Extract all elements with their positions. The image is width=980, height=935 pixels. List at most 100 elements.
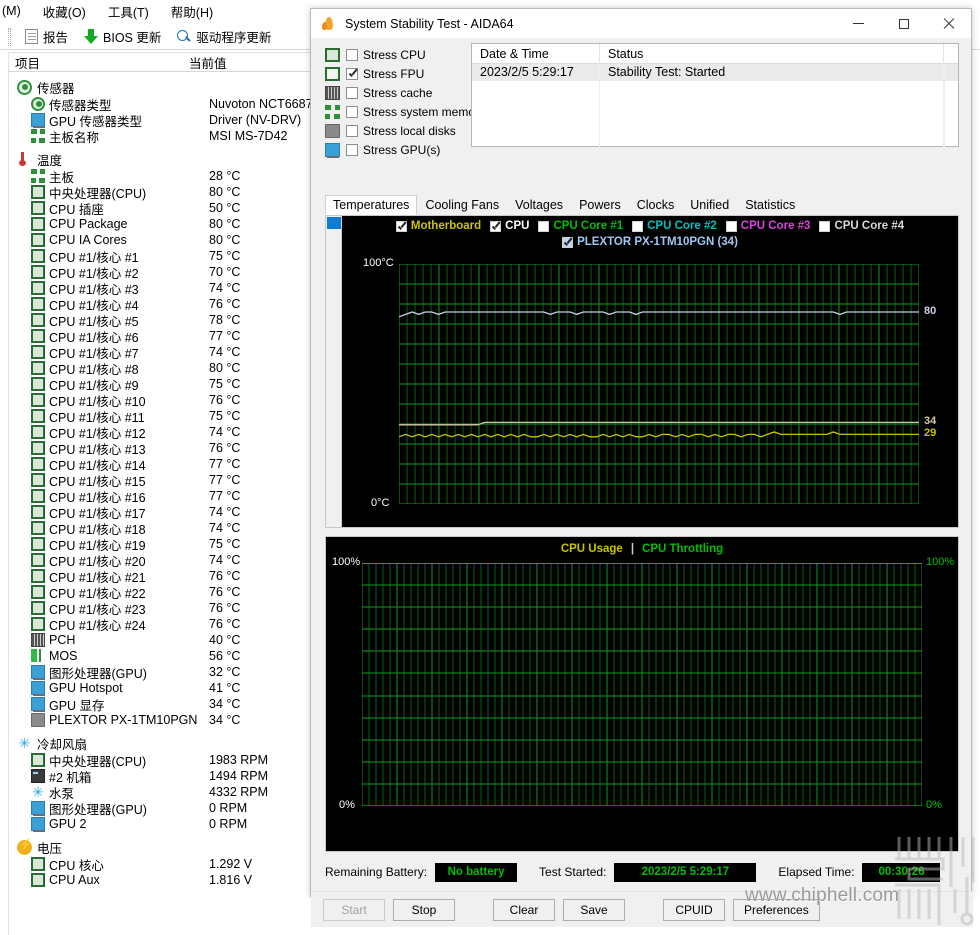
scrollbar-thumb[interactable] [327,217,341,229]
legend-item[interactable]: CPU Core #1 [538,220,623,232]
flame-icon [321,16,337,32]
log-column-status[interactable]: Status [600,43,944,64]
stress-option-label: Stress CPU [363,47,426,62]
toolbar-grip[interactable] [8,27,11,46]
legend-checkbox[interactable] [395,220,407,232]
stability-test-window: System Stability Test - AIDA64 Stress CP… [310,8,973,927]
chip-icon [31,393,45,407]
battery-label: Remaining Battery: [325,865,428,879]
stress-option-row[interactable]: Stress system memory [325,102,485,121]
legend-item[interactable]: Motherboard [395,220,481,232]
legend-label: CPU [505,220,530,232]
log-row-empty [472,115,958,132]
sensor-row-label: 主板名称 [49,130,100,145]
sensor-row-label: MOS [49,649,78,663]
legend-label: CPU Core #3 [740,220,811,232]
test-started-value: 2023/2/5 5:29:17 [614,862,757,882]
stress-option-label: Stress GPU(s) [363,142,441,157]
log-column-spacer [944,44,958,64]
fan-icon: ✳ [32,784,44,800]
chip-icon [31,329,45,343]
tab-voltages[interactable]: Voltages [507,195,571,215]
clear-button[interactable]: Clear [493,898,555,921]
button-label: Save [580,902,608,917]
save-button[interactable]: Save [563,898,625,921]
stop-button[interactable]: Stop [393,898,455,921]
legend-item[interactable]: PLEXTOR PX-1TM10PGN (34) [562,236,738,248]
temperature-y-axis-top-label: 100°C [363,257,394,269]
legend-label: PLEXTOR PX-1TM10PGN (34) [577,236,738,248]
cpu-usage-chart[interactable]: CPU Usage | CPU Throttling 100% 0% 100% 0% [325,536,959,852]
close-button[interactable] [926,9,971,39]
tab-temperatures[interactable]: Temperatures [325,195,418,215]
stress-option-checkbox[interactable] [346,105,358,118]
column-header-value[interactable]: 当前值 [187,53,227,72]
maximize-button[interactable] [881,9,926,39]
tab-statistics[interactable]: Statistics [737,195,803,215]
sensor-icon [31,97,45,111]
legend-item[interactable]: CPU [490,220,529,232]
legend-item[interactable]: CPU Core #3 [725,220,811,232]
stress-option-row[interactable]: Stress local disks [325,121,460,140]
chip-icon [31,185,45,199]
minimize-icon [853,23,864,24]
stress-option-checkbox[interactable] [346,67,358,80]
sensor-icon [17,80,32,95]
menu-item-1[interactable]: 收藏(O) [43,2,86,21]
sensor-row-label: GPU 显存 [49,698,105,713]
temperature-chart[interactable]: Motherboard CPU CPU Core #1 CPU Core #2 CPU … [325,215,959,528]
cpuid-button[interactable]: CPUID [663,898,725,921]
disk-icon [31,713,45,727]
chip-icon [31,569,45,583]
menu-item-2[interactable]: 工具(T) [108,2,149,21]
menu-item-3[interactable]: 帮助(H) [171,2,213,21]
bios-update-button[interactable]: BIOS 更新 [78,25,167,48]
sensor-row-label: GPU Hotspot [49,681,123,695]
stress-option-checkbox[interactable] [346,124,358,137]
legend-item[interactable]: CPU Core #4 [819,220,904,232]
log-cell-datetime: 2023/2/5 5:29:17 [472,64,600,81]
chip-icon [31,297,45,311]
voltage-icon [17,838,33,855]
tab-clocks[interactable]: Clocks [629,195,683,215]
driver-update-button[interactable]: 驱动程序更新 [171,25,277,48]
title-bar[interactable]: System Stability Test - AIDA64 [311,9,971,39]
stress-option-row[interactable]: Stress CPU [325,45,460,64]
legend-checkbox[interactable] [562,236,574,248]
menu-item-0[interactable]: (M) [2,4,21,18]
column-header-item[interactable]: 项目 [9,53,187,72]
log-row[interactable]: 2023/2/5 5:29:17 Stability Test: Started [472,64,958,81]
log-row-empty [472,81,958,98]
gpu-icon [31,697,45,712]
status-log-table[interactable]: Date & Time Status 2023/2/5 5:29:17 Stab… [471,43,959,149]
stress-option-row[interactable]: Stress FPU [325,64,460,83]
stress-option-checkbox[interactable] [346,143,358,156]
legend-checkbox[interactable] [725,220,737,232]
minimize-button[interactable] [836,9,881,39]
legend-checkbox[interactable] [538,220,550,232]
legend-checkbox[interactable] [632,220,644,232]
fpu-icon [325,66,340,81]
stress-option-row[interactable]: Stress GPU(s) [325,140,460,159]
legend-item[interactable]: CPU Core #2 [632,220,717,232]
stress-option-row[interactable]: Stress cache [325,83,460,102]
legend-checkbox[interactable] [819,220,831,232]
stress-option-checkbox[interactable] [346,86,358,99]
chip-icon [31,409,45,423]
chip-icon [31,377,45,391]
chip-icon [31,473,45,487]
log-column-datetime[interactable]: Date & Time [472,43,600,64]
legend-checkbox[interactable] [490,220,502,232]
stress-option-checkbox[interactable] [346,48,358,61]
tab-label: Powers [579,198,621,212]
legend-row: PLEXTOR PX-1TM10PGN (34) [342,234,958,250]
stress-options-group: Stress CPU Stress FPU Stress cache Stress s… [325,45,485,159]
temperature-chart-scrollbar[interactable] [326,216,342,527]
tab-cooling-fans[interactable]: Cooling Fans [417,195,507,215]
report-button[interactable]: 报告 [19,25,74,48]
memory-icon [325,104,340,119]
legend-label: CPU Core #1 [553,220,624,232]
chip-icon [31,233,45,247]
tab-powers[interactable]: Powers [571,195,629,215]
tab-unified[interactable]: Unified [682,195,737,215]
